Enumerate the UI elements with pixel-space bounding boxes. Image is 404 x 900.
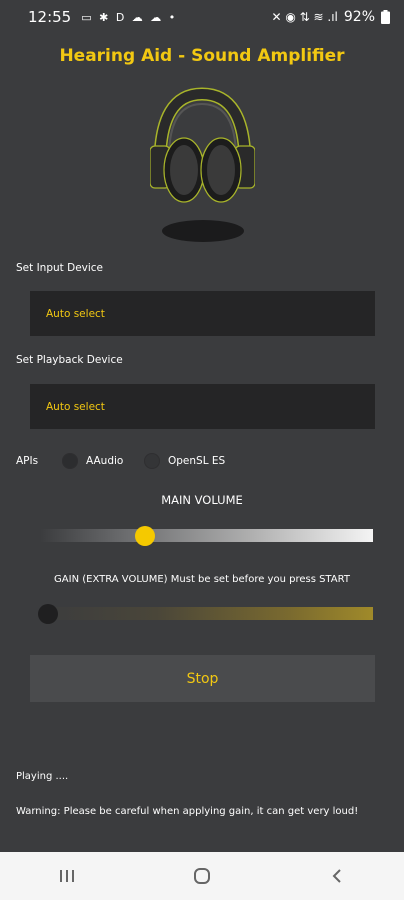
recents-icon bbox=[60, 870, 75, 882]
playback-device-value: Auto select bbox=[46, 400, 105, 413]
radio-opensl[interactable] bbox=[144, 453, 160, 469]
playback-device-label: Set Playback Device bbox=[16, 354, 123, 366]
notification-icons: ▭ ✱ D ☁ ☁ • bbox=[81, 10, 178, 24]
gain-slider[interactable] bbox=[40, 607, 373, 620]
gain-title: GAIN (EXTRA VOLUME) Must be set before y… bbox=[54, 574, 350, 585]
status-bar: 12:55 ▭ ✱ D ☁ ☁ • ✕ ◉ ⇅ ≋ .ıl 92% bbox=[0, 0, 404, 34]
input-device-value: Auto select bbox=[46, 307, 105, 320]
back-button[interactable] bbox=[307, 856, 367, 896]
battery-level: 92% bbox=[343, 9, 375, 25]
app-title: Hearing Aid - Sound Amplifier bbox=[59, 46, 345, 66]
recents-button[interactable] bbox=[37, 856, 97, 896]
stop-button[interactable]: Stop bbox=[30, 655, 375, 702]
main-volume-slider[interactable] bbox=[40, 529, 373, 542]
radio-aaudio-label[interactable]: AAudio bbox=[86, 455, 123, 467]
status-time: 12:55 bbox=[28, 8, 72, 26]
status-text: Playing .... bbox=[16, 771, 69, 782]
apis-radio-group: APIs AAudio OpenSL ES bbox=[16, 452, 404, 472]
navigation-bar bbox=[0, 852, 404, 900]
warning-text: Warning: Please be careful when applying… bbox=[16, 806, 359, 817]
radio-opensl-label[interactable]: OpenSL ES bbox=[168, 455, 225, 467]
input-device-select[interactable]: Auto select bbox=[30, 291, 375, 336]
stop-button-label: Stop bbox=[186, 670, 219, 687]
system-icons: ✕ ◉ ⇅ ≋ .ıl bbox=[271, 10, 338, 24]
headphones-shadow bbox=[162, 220, 244, 242]
battery-icon bbox=[381, 10, 390, 24]
main-volume-thumb[interactable] bbox=[135, 526, 155, 546]
input-device-label: Set Input Device bbox=[16, 262, 104, 274]
main-volume-title: MAIN VOLUME bbox=[161, 493, 243, 507]
playback-device-select[interactable]: Auto select bbox=[30, 384, 375, 429]
back-icon bbox=[332, 869, 341, 883]
home-button[interactable] bbox=[172, 856, 232, 896]
apis-label: APIs bbox=[16, 455, 39, 467]
radio-aaudio[interactable] bbox=[62, 453, 78, 469]
home-icon bbox=[193, 868, 210, 884]
gain-thumb[interactable] bbox=[38, 604, 58, 624]
